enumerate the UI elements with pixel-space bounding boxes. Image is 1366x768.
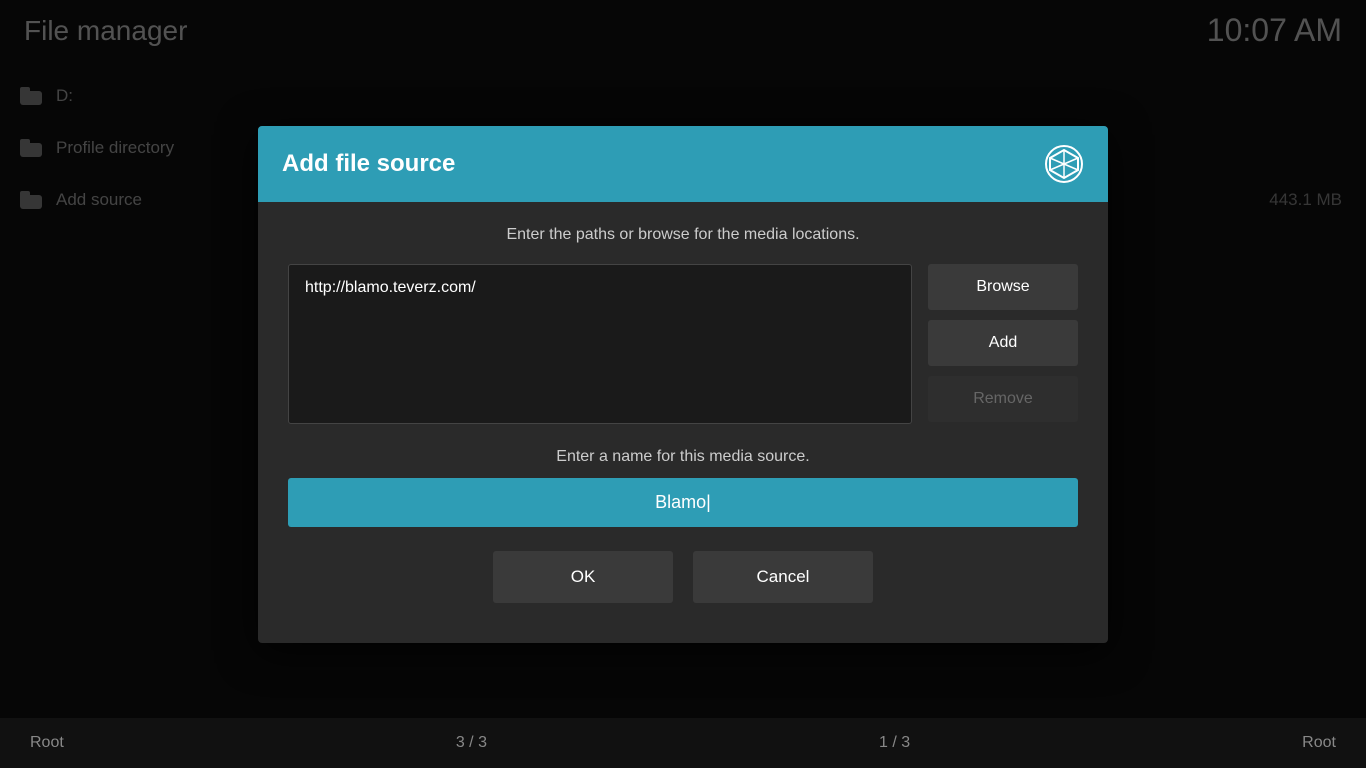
ok-button[interactable]: OK (493, 551, 673, 603)
media-source-name-input[interactable] (288, 478, 1078, 527)
dialog-body: Enter the paths or browse for the media … (258, 202, 1108, 643)
cancel-button[interactable]: Cancel (693, 551, 873, 603)
footer-center-right: 1 / 3 (879, 734, 910, 752)
name-label: Enter a name for this media source. (288, 448, 1078, 466)
path-action-buttons: Browse Add Remove (928, 264, 1078, 424)
add-button[interactable]: Add (928, 320, 1078, 366)
name-section: Enter a name for this media source. (288, 448, 1078, 527)
add-file-source-dialog: Add file source Enter the paths or brows… (258, 126, 1108, 643)
dialog-header: Add file source (258, 126, 1108, 202)
app-footer: Root 3 / 3 1 / 3 Root (0, 718, 1366, 768)
remove-button[interactable]: Remove (928, 376, 1078, 422)
path-section: Browse Add Remove (288, 264, 1078, 424)
footer-center-left: 3 / 3 (456, 734, 487, 752)
footer-left: Root (30, 734, 64, 752)
browse-button[interactable]: Browse (928, 264, 1078, 310)
footer-right: Root (1302, 734, 1336, 752)
dialog-title: Add file source (282, 150, 455, 178)
modal-overlay: Add file source Enter the paths or brows… (0, 0, 1366, 768)
dialog-subtitle: Enter the paths or browse for the media … (288, 226, 1078, 244)
dialog-footer: OK Cancel (288, 551, 1078, 613)
path-input[interactable] (288, 264, 912, 424)
kodi-logo-icon (1044, 144, 1084, 184)
